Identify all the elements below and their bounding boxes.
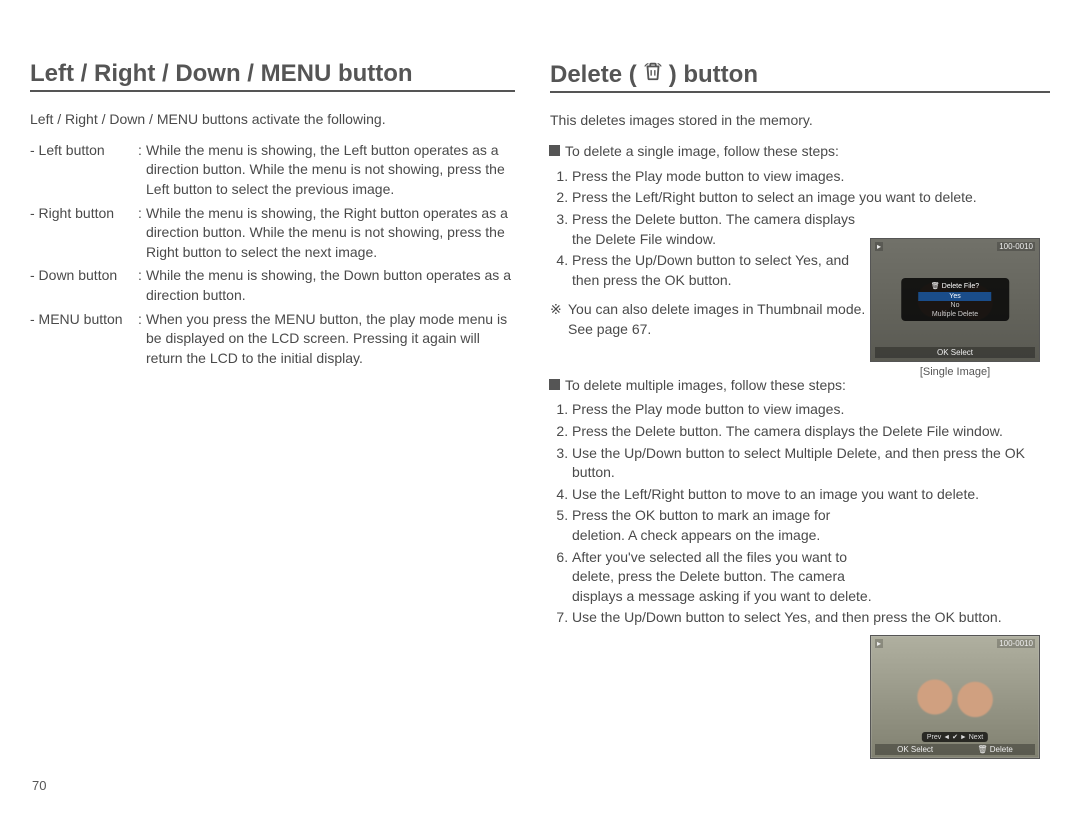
camera-lcd: ▸ 100-0010 🗑 Delete File? Yes No Multipl…: [870, 238, 1040, 362]
desc: While the menu is showing, the Right but…: [146, 204, 515, 263]
dialog-option-multiple: Multiple Delete: [901, 310, 1009, 319]
desc: When you press the MENU button, the play…: [146, 310, 515, 369]
def-right-button: - Right button : While the menu is showi…: [30, 204, 515, 263]
lcd-bottombar: OK Select: [875, 347, 1035, 358]
step: Press the Up/Down button to select Yes, …: [572, 251, 877, 290]
dialog-title: Delete File?: [942, 283, 979, 290]
def-down-button: - Down button : While the menu is showin…: [30, 266, 515, 305]
left-column: Left / Right / Down / MENU button Left /…: [30, 60, 540, 793]
subhead-multi-text: To delete multiple images, follow these …: [565, 376, 846, 395]
heading-delete-pre: Delete (: [550, 61, 637, 89]
figure-single-image: ▸ 100-0010 🗑 Delete File? Yes No Multipl…: [870, 238, 1040, 378]
colon: :: [138, 141, 146, 200]
square-bullet-icon: [550, 380, 559, 389]
bottom-delete: 🗑 Delete: [977, 745, 1013, 754]
dialog-option-yes: Yes: [918, 292, 991, 301]
play-icon: ▸: [875, 242, 883, 251]
dialog-option-no: No: [901, 301, 1009, 310]
navigation-hint: Prev ◄ ✔ ► Next: [922, 732, 988, 742]
term: - Left button: [30, 141, 138, 200]
subhead-single: To delete a single image, follow these s…: [550, 142, 1050, 161]
term: - MENU button: [30, 310, 138, 369]
lcd-topbar: ▸ 100-0010: [875, 639, 1035, 648]
term: - Down button: [30, 266, 138, 305]
desc: While the menu is showing, the Left butt…: [146, 141, 515, 200]
step: Press the Left/Right button to select an…: [572, 188, 1050, 208]
heading-delete-post: ) button: [669, 61, 758, 89]
step: Press the OK button to mark an image for…: [572, 506, 877, 545]
square-bullet-icon: [550, 146, 559, 155]
step: After you've selected all the files you …: [572, 548, 877, 607]
step: Press the Delete button. The camera disp…: [572, 422, 1050, 442]
right-intro: This deletes images stored in the memory…: [550, 111, 1050, 130]
colon: :: [138, 310, 146, 369]
steps-multi: Press the Play mode button to view image…: [550, 400, 1050, 628]
figure-multiple-image: ▸ 100-0010 Prev ◄ ✔ ► Next OK Select 🗑 D…: [870, 635, 1040, 759]
heading-right: Delete ( ) button: [550, 60, 1050, 93]
page-number: 70: [32, 778, 46, 793]
figure-caption: [Single Image]: [870, 366, 1040, 378]
bottom-select: OK Select: [897, 745, 933, 754]
camera-lcd: ▸ 100-0010 Prev ◄ ✔ ► Next OK Select 🗑 D…: [870, 635, 1040, 759]
right-column: Delete ( ) button This deletes images st…: [540, 60, 1050, 793]
colon: :: [138, 204, 146, 263]
heading-left: Left / Right / Down / MENU button: [30, 60, 515, 92]
manual-page: Left / Right / Down / MENU button Left /…: [0, 0, 1080, 813]
lcd-bottombar: OK Select 🗑 Delete: [875, 744, 1035, 755]
dialog-title-row: 🗑 Delete File?: [901, 282, 1009, 290]
colon: :: [138, 266, 146, 305]
left-intro: Left / Right / Down / MENU buttons activ…: [30, 110, 515, 129]
term: - Right button: [30, 204, 138, 263]
play-icon: ▸: [875, 639, 883, 648]
heading-left-text: Left / Right / Down / MENU button: [30, 60, 413, 88]
def-menu-button: - MENU button : When you press the MENU …: [30, 310, 515, 369]
step: Use the Up/Down button to select Yes, an…: [572, 608, 1050, 628]
note-text: You can also delete images in Thumbnail …: [568, 300, 873, 339]
file-number: 100-0010: [997, 242, 1035, 251]
step: Use the Up/Down button to select Multipl…: [572, 444, 1050, 483]
button-definitions: - Left button : While the menu is showin…: [30, 141, 515, 369]
step: Press the Play mode button to view image…: [572, 167, 1050, 187]
file-number: 100-0010: [997, 639, 1035, 648]
delete-dialog: 🗑 Delete File? Yes No Multiple Delete: [901, 278, 1009, 321]
def-left-button: - Left button : While the menu is showin…: [30, 141, 515, 200]
reference-mark-icon: ※: [550, 300, 568, 339]
bottom-select: OK Select: [937, 348, 973, 357]
step: Use the Left/Right button to move to an …: [572, 485, 1050, 505]
dialog-trash-icon: 🗑: [931, 282, 940, 290]
subhead-multi: To delete multiple images, follow these …: [550, 376, 1050, 395]
trash-icon: [642, 60, 664, 89]
lcd-topbar: ▸ 100-0010: [875, 242, 1035, 251]
step: Press the Delete button. The camera disp…: [572, 210, 877, 249]
subhead-single-text: To delete a single image, follow these s…: [565, 142, 839, 161]
desc: While the menu is showing, the Down butt…: [146, 266, 515, 305]
step: Press the Play mode button to view image…: [572, 400, 1050, 420]
